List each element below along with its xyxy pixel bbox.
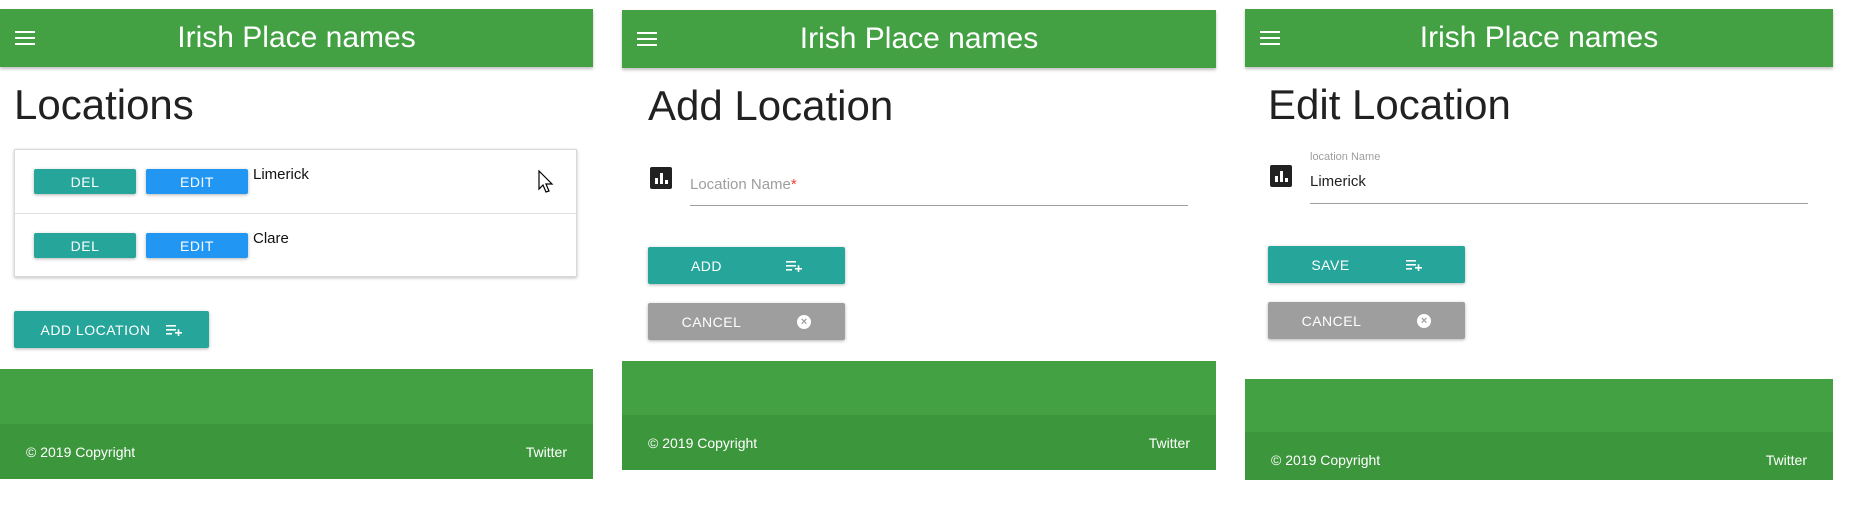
app-title: Irish Place names bbox=[799, 22, 1039, 55]
menu-icon[interactable] bbox=[637, 32, 657, 46]
footer-top bbox=[0, 369, 593, 424]
app-header: Irish Place names bbox=[622, 10, 1216, 68]
playlist-add-icon bbox=[1405, 259, 1422, 271]
bar-chart-icon bbox=[650, 167, 672, 189]
app-header: Irish Place names bbox=[0, 9, 593, 67]
delete-button[interactable]: DEL bbox=[34, 233, 136, 258]
app-title: Irish Place names bbox=[1419, 21, 1659, 54]
input-underline bbox=[1310, 203, 1808, 204]
copyright-text: © 2019 Copyright bbox=[1271, 452, 1381, 468]
playlist-add-icon bbox=[786, 260, 803, 272]
bar-chart-icon bbox=[1270, 165, 1292, 187]
add-button[interactable]: ADD bbox=[648, 247, 845, 284]
app-title: Irish Place names bbox=[177, 21, 416, 54]
footer: © 2019 Copyright Twitter bbox=[0, 424, 593, 479]
location-name-input[interactable]: Limerick bbox=[1310, 173, 1366, 190]
location-name: Limerick bbox=[253, 166, 309, 183]
menu-icon[interactable] bbox=[1260, 31, 1280, 45]
locations-panel: Irish Place names Locations DEL EDIT Lim… bbox=[0, 9, 593, 479]
twitter-link[interactable]: Twitter bbox=[526, 444, 567, 460]
copyright-text: © 2019 Copyright bbox=[26, 444, 136, 460]
save-button[interactable]: SAVE bbox=[1268, 246, 1465, 283]
add-location-label: ADD LOCATION bbox=[40, 321, 151, 338]
add-location-panel: Irish Place names Add Location Location … bbox=[622, 10, 1216, 470]
twitter-link[interactable]: Twitter bbox=[1149, 435, 1190, 451]
edit-button[interactable]: EDIT bbox=[146, 233, 248, 258]
cancel-button[interactable]: CANCEL × bbox=[1268, 302, 1465, 339]
page-title: Add Location bbox=[648, 82, 894, 129]
delete-button[interactable]: DEL bbox=[34, 169, 136, 194]
add-location-button[interactable]: ADD LOCATION bbox=[14, 311, 209, 348]
list-item: DEL EDIT Clare bbox=[15, 214, 576, 278]
footer: © 2019 Copyright Twitter bbox=[622, 415, 1216, 470]
page-title: Edit Location bbox=[1268, 81, 1511, 128]
input-underline bbox=[690, 205, 1188, 206]
footer: © 2019 Copyright Twitter bbox=[1245, 432, 1833, 480]
add-label: ADD bbox=[690, 257, 723, 274]
menu-icon[interactable] bbox=[15, 31, 35, 45]
twitter-link[interactable]: Twitter bbox=[1766, 452, 1807, 468]
edit-location-panel: Irish Place names Edit Location location… bbox=[1245, 9, 1833, 480]
app-header: Irish Place names bbox=[1245, 9, 1833, 67]
locations-list: DEL EDIT Limerick DEL EDIT Clare bbox=[14, 149, 577, 277]
location-name-label: location Name bbox=[1310, 151, 1381, 163]
playlist-add-icon bbox=[166, 324, 183, 336]
mouse-cursor-icon bbox=[538, 170, 554, 193]
footer-top bbox=[622, 361, 1216, 415]
page-title: Locations bbox=[14, 81, 194, 128]
cancel-label: CANCEL bbox=[1301, 312, 1362, 329]
cancel-circle-icon: × bbox=[1417, 313, 1432, 328]
cancel-label: CANCEL bbox=[681, 313, 742, 330]
list-item: DEL EDIT Limerick bbox=[15, 150, 576, 214]
footer-top bbox=[1245, 379, 1833, 432]
location-name: Clare bbox=[253, 230, 289, 247]
save-label: SAVE bbox=[1311, 256, 1350, 273]
location-name-placeholder: Location Name bbox=[690, 176, 791, 193]
edit-button[interactable]: EDIT bbox=[146, 169, 248, 194]
required-mark: * bbox=[790, 176, 797, 193]
cancel-circle-icon: × bbox=[797, 314, 812, 329]
location-name-input[interactable]: Location Name* bbox=[690, 176, 797, 193]
copyright-text: © 2019 Copyright bbox=[648, 435, 758, 451]
cancel-button[interactable]: CANCEL × bbox=[648, 303, 845, 340]
